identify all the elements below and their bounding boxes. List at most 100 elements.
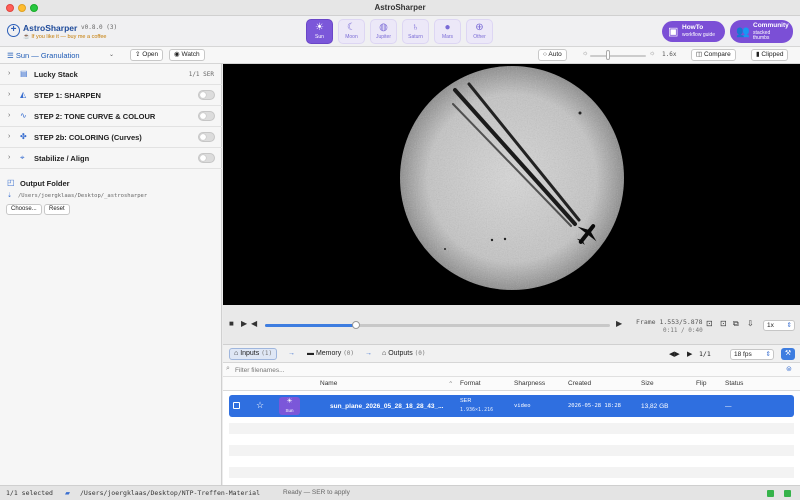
tab-outputs[interactable]: ⌂ Outputs (0) bbox=[378, 348, 430, 360]
speed-select[interactable]: 1x ⇕ bbox=[763, 320, 795, 331]
stack-icon: ▤ bbox=[20, 69, 28, 78]
window-title: AstroSharper bbox=[374, 3, 426, 12]
mark-in-icon[interactable]: ⊡ bbox=[706, 319, 713, 328]
sunspot bbox=[503, 237, 507, 241]
tray-icon: ⌂ bbox=[234, 350, 239, 357]
column-header[interactable]: Flip bbox=[696, 380, 706, 387]
chevron-right-icon[interactable]: › bbox=[8, 112, 10, 119]
reset-folder-button[interactable]: Reset bbox=[44, 204, 70, 215]
copy-icon[interactable]: ⧉ bbox=[733, 319, 739, 329]
row-size: 13,82 GB bbox=[641, 403, 669, 410]
open-button[interactable]: ⇪ Open bbox=[130, 49, 164, 61]
chevron-right-icon[interactable]: › bbox=[8, 154, 10, 161]
howto-button[interactable]: ▣ HowTo workflow guide bbox=[662, 21, 725, 42]
table-row[interactable]: ☆ ☀ Sun sun_plane_2026_05_28_18_28_43_...… bbox=[229, 395, 794, 417]
fps-select[interactable]: 18 fps ⇕ bbox=[730, 349, 774, 360]
status-bar: 1/1 selected ▰ /Users/joergklaas/Desktop… bbox=[0, 485, 800, 500]
tab-inputs[interactable]: ⌂ Inputs (1) bbox=[229, 348, 278, 360]
chevron-right-icon[interactable]: › bbox=[8, 91, 10, 98]
transport-bar: ■ ▶ ◀ ▶ Frame 1.553/5.878 0:11 / 0:40 ⊡ … bbox=[223, 305, 800, 345]
frame-counter: Frame 1.553/5.878 bbox=[636, 318, 703, 326]
frame-scrubber[interactable] bbox=[265, 321, 610, 329]
jupiter-icon: ◍ bbox=[379, 22, 388, 33]
tools-button[interactable]: ⚒ bbox=[781, 348, 795, 360]
coloring-toggle[interactable] bbox=[198, 132, 215, 142]
target-icon: ⊕ bbox=[475, 22, 484, 33]
column-header[interactable]: Name bbox=[320, 380, 337, 387]
zoom-slider-track[interactable] bbox=[590, 55, 646, 57]
pipeline-sidebar: › ▤ Lucky Stack 1/1 SER › ◭ STEP 1: SHAR… bbox=[0, 64, 222, 485]
tools-icon: ⚒ bbox=[784, 350, 792, 357]
target-other-button[interactable]: ⊕ Other bbox=[466, 19, 493, 44]
eye-icon: ◉ bbox=[174, 51, 180, 58]
tone-curve-toggle[interactable] bbox=[198, 111, 215, 121]
filter-input[interactable] bbox=[235, 365, 775, 375]
palette-icon: ✤ bbox=[20, 132, 27, 141]
target-jupiter-button[interactable]: ◍ Jupiter bbox=[370, 19, 397, 44]
stage-sharpen[interactable]: › ◭ STEP 1: SHARPEN bbox=[0, 85, 222, 106]
mars-icon: ● bbox=[444, 22, 451, 33]
stage-lucky-stack[interactable]: › ▤ Lucky Stack 1/1 SER bbox=[0, 64, 222, 85]
preview-image[interactable] bbox=[223, 64, 800, 305]
memory-icon: ▬ bbox=[307, 350, 314, 357]
clipped-button[interactable]: ▮ Clipped bbox=[751, 49, 789, 61]
stabilize-toggle[interactable] bbox=[198, 153, 215, 163]
chevron-right-icon[interactable]: › bbox=[8, 70, 10, 77]
column-header[interactable]: Sharpness bbox=[514, 380, 545, 387]
compare-button[interactable]: ◫ Compare bbox=[691, 49, 736, 61]
community-button[interactable]: 👥 Community stacked thumbs bbox=[730, 20, 793, 43]
tab-memory[interactable]: ▬ Memory (0) bbox=[303, 348, 358, 360]
step-forward-icon[interactable]: ▶ bbox=[616, 319, 622, 328]
filter-options-icon[interactable]: ⊜ bbox=[786, 365, 792, 373]
target-label: Jupiter bbox=[375, 34, 391, 40]
prev-page-icon[interactable]: ◀▶ bbox=[669, 350, 680, 358]
stage-tone-curve[interactable]: › ∿ STEP 2: TONE CURVE & COLOUR bbox=[0, 106, 222, 127]
target-mars-button[interactable]: ● Mars bbox=[434, 19, 461, 44]
status-message: Ready — SER to apply bbox=[283, 489, 350, 496]
export-icon[interactable]: ⇩ bbox=[747, 319, 754, 328]
auto-button[interactable]: ○ Auto bbox=[538, 49, 567, 61]
chevron-down-icon[interactable]: ⌄ bbox=[109, 51, 114, 58]
zoom-slider-knob[interactable] bbox=[606, 50, 610, 60]
target-moon-button[interactable]: ☾ Moon bbox=[338, 19, 365, 44]
choose-folder-button[interactable]: Choose... bbox=[6, 204, 42, 215]
coffee-link[interactable]: ☕ If you like it — buy me a coffee bbox=[23, 34, 107, 40]
app-version: v0.8.0 (3) bbox=[81, 24, 118, 31]
row-checkbox[interactable] bbox=[233, 402, 240, 409]
preset-select[interactable]: ☰ Sun — Granulation bbox=[7, 51, 80, 60]
mark-out-icon[interactable]: ⊡ bbox=[720, 319, 727, 328]
watch-button[interactable]: ◉ Watch bbox=[169, 49, 205, 61]
target-sun-button[interactable]: ☀ Sun bbox=[306, 19, 333, 44]
arrow-right-icon: → bbox=[365, 350, 372, 357]
sun-preview bbox=[400, 66, 624, 290]
sharpen-toggle[interactable] bbox=[198, 90, 215, 100]
target-saturn-button[interactable]: ♄ Saturn bbox=[402, 19, 429, 44]
current-folder-path[interactable]: /Users/joergklaas/Desktop/NTP-Treffen-Ma… bbox=[80, 489, 260, 497]
scrubber-knob[interactable] bbox=[352, 321, 361, 329]
community-subtitle: stacked thumbs bbox=[753, 30, 771, 41]
column-header[interactable]: Size bbox=[641, 380, 654, 387]
next-page-icon[interactable]: ▶ bbox=[687, 350, 692, 358]
column-header[interactable]: Status bbox=[725, 380, 743, 387]
book-icon: ▣ bbox=[668, 26, 679, 38]
howto-subtitle: workflow guide bbox=[682, 32, 716, 38]
sun-icon: ☀ bbox=[286, 398, 293, 405]
target-label: Moon bbox=[345, 34, 358, 40]
play-icon[interactable]: ▶ bbox=[241, 319, 247, 328]
filter-bar: ⌕ ⊜ bbox=[223, 363, 800, 377]
chevron-right-icon[interactable]: › bbox=[8, 133, 10, 140]
stepper-icon: ⇕ bbox=[765, 351, 771, 358]
stop-icon[interactable]: ■ bbox=[229, 319, 234, 328]
star-icon[interactable]: ☆ bbox=[256, 400, 264, 411]
stepper-icon: ⇕ bbox=[786, 322, 792, 329]
column-header[interactable]: Format bbox=[460, 380, 481, 387]
stage-stabilize[interactable]: › ⌖ Stabilize / Align bbox=[0, 148, 222, 169]
community-title: Community bbox=[753, 22, 789, 29]
step-back-icon[interactable]: ◀ bbox=[251, 319, 257, 328]
sort-icon[interactable]: ⌃ bbox=[448, 380, 453, 388]
target-icon: ⌖ bbox=[20, 153, 25, 162]
column-header[interactable]: Created bbox=[568, 380, 591, 387]
howto-title: HowTo bbox=[682, 24, 704, 31]
stage-count: 1/1 SER bbox=[188, 71, 214, 78]
stage-coloring[interactable]: › ✤ STEP 2b: COLORING (Curves) bbox=[0, 127, 222, 148]
